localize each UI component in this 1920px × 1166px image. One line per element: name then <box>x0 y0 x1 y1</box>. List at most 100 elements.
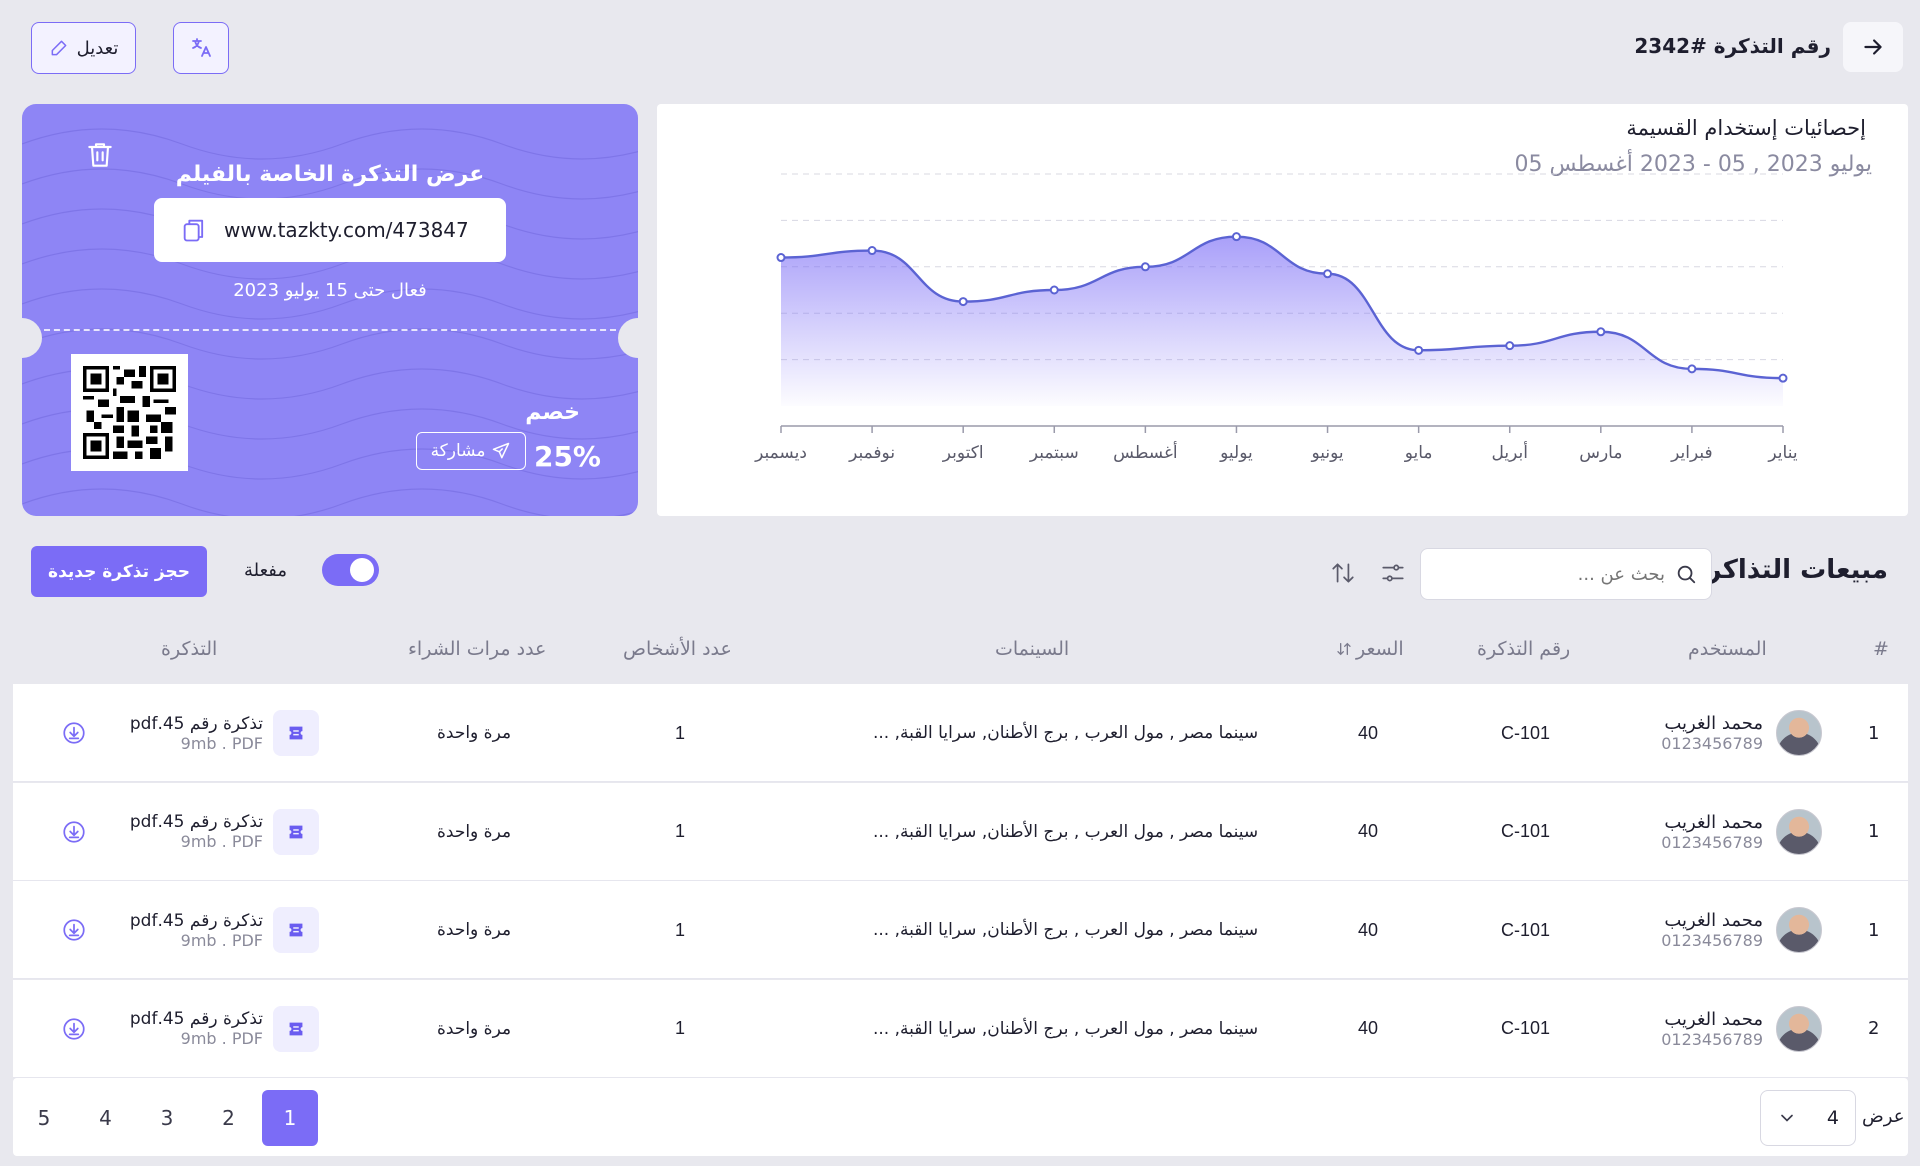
file-icon-box <box>273 710 319 756</box>
file-name[interactable]: تذكرة رقم 45.pdf <box>130 714 263 734</box>
x-tick-label: يوليو <box>1219 443 1253 463</box>
user-phone: 0123456789 <box>1661 832 1763 852</box>
purchase-count: مرة واحدة <box>437 821 512 842</box>
page-button-4[interactable]: 4 <box>78 1090 134 1146</box>
data-point[interactable] <box>1414 345 1424 355</box>
copy-icon[interactable] <box>180 215 208 245</box>
search-box[interactable] <box>1420 548 1712 600</box>
x-tick-label: أغسطس <box>1113 441 1177 463</box>
file-icon-box <box>273 907 319 953</box>
sales-title: مبيعات التذاكر <box>1706 555 1888 585</box>
data-point[interactable] <box>958 297 968 307</box>
col-ticket: التذكرة <box>161 638 218 660</box>
col-price-sort[interactable]: السعر <box>1336 638 1404 660</box>
cinemas-list: سينما مصر , مول العرب , برج الأطنان, سرا… <box>873 821 1259 842</box>
page-button-5[interactable]: 5 <box>16 1090 72 1146</box>
file-meta: 9mb . PDF <box>180 733 263 753</box>
discount-value: 25% <box>533 440 601 473</box>
purchase-count: مرة واحدة <box>437 1018 512 1039</box>
table-header: # المستخدم رقم التذكرة السعر السينمات عد… <box>13 630 1908 674</box>
download-icon[interactable] <box>61 917 87 943</box>
x-tick-label: مايو <box>1404 443 1433 463</box>
coupon-url[interactable]: www.tazkty.com/473847 <box>224 218 469 242</box>
data-point[interactable] <box>867 246 877 256</box>
avatar <box>1776 1005 1822 1052</box>
page-button-2[interactable]: 2 <box>201 1090 257 1146</box>
col-ticket-no: رقم التذكرة <box>1477 638 1571 660</box>
x-tick-label: ديسمبر <box>754 443 807 463</box>
cinemas-list: سينما مصر , مول العرب , برج الأطنان, سرا… <box>873 920 1259 940</box>
x-tick-label: يونيو <box>1310 443 1343 463</box>
edit-label: تعديل <box>76 37 119 59</box>
filter-button[interactable] <box>1380 560 1406 586</box>
page-button-3[interactable]: 3 <box>139 1090 195 1146</box>
translate-button[interactable] <box>173 22 229 74</box>
qr-code <box>71 354 188 471</box>
ticket-price: 40 <box>1358 821 1379 841</box>
row-index: 1 <box>1868 919 1880 941</box>
x-tick-label: أبريل <box>1492 441 1528 463</box>
sort-button[interactable] <box>1330 560 1356 586</box>
x-tick-label: اكتوبر <box>942 443 984 463</box>
file-meta: 9mb . PDF <box>180 930 263 950</box>
x-tick-label: مارس <box>1579 443 1622 463</box>
download-icon[interactable] <box>61 1016 87 1042</box>
file-name[interactable]: تذكرة رقم 45.pdf <box>130 1009 263 1029</box>
ticket-price: 40 <box>1358 1018 1379 1038</box>
col-user: المستخدم <box>1688 638 1767 660</box>
ticket-file-icon <box>285 821 307 843</box>
user-name: محمد الغريب <box>1664 713 1763 734</box>
avatar <box>1776 710 1822 756</box>
people-count: 1 <box>675 919 686 940</box>
per-page-value: 4 <box>1826 1107 1839 1129</box>
file-name[interactable]: تذكرة رقم 45.pdf <box>130 812 263 832</box>
data-point[interactable] <box>1231 232 1241 242</box>
new-booking-label: حجز تذكرة جديدة <box>48 561 190 582</box>
area-fill <box>781 236 1783 406</box>
coupon-title: عرض التذكرة الخاصة بالفيلم <box>175 162 485 187</box>
data-point[interactable] <box>1140 262 1150 272</box>
share-button[interactable]: مشاركة <box>416 432 526 470</box>
col-people: عدد الأشخاص <box>623 638 732 660</box>
ticket-price: 40 <box>1358 919 1379 940</box>
data-point[interactable] <box>1687 364 1697 374</box>
per-page-select[interactable]: 4 <box>1760 1090 1856 1146</box>
ticket-file-icon <box>285 919 307 941</box>
x-tick-label: يناير <box>1767 443 1797 463</box>
ticket-number: C-101 <box>1501 722 1551 743</box>
download-icon[interactable] <box>61 819 87 845</box>
data-point[interactable] <box>1596 327 1606 337</box>
usage-chart: يناير فبراير مارس أبريل مايو يونيو يوليو أغسطس س… <box>754 173 1798 463</box>
row-index: 1 <box>1868 821 1880 842</box>
cinemas-list: سينما مصر , مول العرب , برج الأطنان, سرا… <box>873 1018 1259 1039</box>
edit-button[interactable]: تعديل <box>31 22 136 74</box>
data-point[interactable] <box>1778 373 1788 383</box>
cinemas-list: سينما مصر , مول العرب , برج الأطنان, سرا… <box>873 723 1259 743</box>
search-input[interactable] <box>1435 563 1665 585</box>
toggle-label: مفعلة <box>244 560 288 581</box>
table-row: 1 محمد الغريب 0123456789 C-101 40 سينما … <box>13 684 1908 782</box>
pencil-icon <box>49 38 69 58</box>
file-name[interactable]: تذكرة رقم 45.pdf <box>130 911 263 931</box>
data-point[interactable] <box>1323 269 1333 279</box>
download-icon[interactable] <box>61 720 87 746</box>
file-icon-box <box>273 808 319 855</box>
data-point[interactable] <box>1505 341 1515 351</box>
x-tick-label: سبتمبر <box>1029 443 1079 463</box>
data-point[interactable] <box>776 253 786 263</box>
active-toggle[interactable] <box>322 554 379 586</box>
translate-icon <box>189 36 213 60</box>
new-booking-button[interactable]: حجز تذكرة جديدة <box>31 546 207 597</box>
avatar <box>1776 808 1822 855</box>
discount-label: خصم <box>525 400 580 425</box>
file-meta: 9mb . PDF <box>180 1029 263 1048</box>
data-point[interactable] <box>1049 285 1059 295</box>
file-icon-box <box>273 1005 319 1052</box>
page-button-1[interactable]: 1 <box>262 1090 318 1146</box>
back-button[interactable] <box>1843 22 1903 72</box>
table-row: 1 محمد الغريب 0123456789 C-101 40 سينما … <box>13 881 1908 979</box>
chart-card: إحصائيات إستخدام القسيمة يوليو 2023 , 05… <box>657 104 1908 516</box>
row-index: 2 <box>1868 1018 1880 1039</box>
user-phone: 0123456789 <box>1661 734 1763 753</box>
coupon-card: عرض التذكرة الخاصة بالفيلم www.tazkty.co… <box>22 104 638 516</box>
